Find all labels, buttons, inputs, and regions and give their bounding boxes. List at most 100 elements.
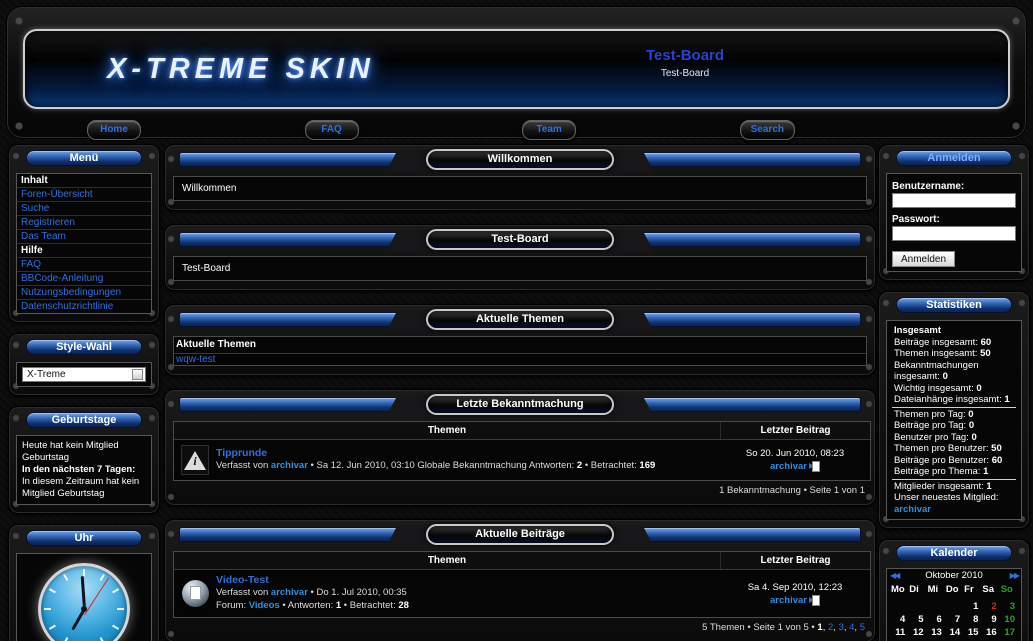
author-link[interactable]: archivar bbox=[271, 587, 308, 598]
calendar-date-cell[interactable]: 1 bbox=[963, 600, 981, 613]
page-link[interactable]: 3 bbox=[833, 622, 844, 633]
stat-row: Mitglieder insgesamt: 1 bbox=[892, 481, 1016, 493]
stat-value: 1 bbox=[1004, 394, 1009, 405]
menu-item[interactable]: Das Team bbox=[17, 230, 151, 244]
login-button[interactable]: Anmelden bbox=[892, 251, 955, 267]
goto-last-post-icon[interactable] bbox=[809, 595, 820, 604]
calendar-date-cell[interactable]: 7 bbox=[945, 613, 963, 626]
nav-button[interactable]: Home bbox=[87, 120, 141, 140]
menu-item[interactable]: Registrieren bbox=[17, 216, 151, 230]
login-panel-title[interactable]: Anmelden bbox=[896, 150, 1012, 166]
calendar-date-cell[interactable]: 10 bbox=[1000, 613, 1018, 626]
calendar-panel-title: Kalender bbox=[896, 545, 1012, 561]
menu-item[interactable]: Suche bbox=[17, 202, 151, 216]
post-topic-link[interactable]: Video-Test bbox=[216, 574, 269, 586]
calendar-day-headers: MoDiMiDoFrSaSo bbox=[887, 582, 1021, 599]
stat-row: Insgesamt bbox=[892, 325, 1016, 337]
calendar-date-cell[interactable] bbox=[927, 600, 945, 613]
lastpost-author-link[interactable]: archivar bbox=[770, 461, 807, 472]
style-select-value: X-Treme bbox=[27, 369, 66, 380]
forum-page: X-TREME SKIN Test-Board Test-Board Home F… bbox=[0, 0, 1033, 641]
calendar-next-icon[interactable]: ▶▶ bbox=[1010, 571, 1018, 580]
views-count: 28 bbox=[398, 600, 409, 611]
replies-count: 1 bbox=[336, 600, 341, 611]
section-aktuelle-beitraege: Aktuelle Beiträge Themen Letzter Beitrag… bbox=[164, 519, 876, 641]
menu-item[interactable]: Nutzungsbedingungen bbox=[17, 286, 151, 300]
views-label: • Betrachtet: bbox=[344, 600, 396, 611]
topics-body: Aktuelle Themen wqw-test bbox=[173, 336, 867, 366]
board-title: Test-Board bbox=[585, 47, 785, 64]
forum-link[interactable]: Videos bbox=[249, 600, 280, 611]
stat-row: Unser neuestes Mitglied: archivar bbox=[892, 492, 1016, 515]
calendar-date-cell[interactable]: 11 bbox=[890, 626, 908, 639]
stat-value: 60 bbox=[981, 337, 992, 348]
section-header-bar: Willkommen bbox=[179, 152, 861, 167]
stat-label: Unser neuestes Mitglied: bbox=[894, 492, 999, 503]
calendar-date-cell[interactable]: 2 bbox=[981, 600, 999, 613]
stat-row: Themen insgesamt: 50 bbox=[892, 348, 1016, 360]
section-header-bar: Aktuelle Beiträge bbox=[179, 527, 861, 542]
nav-button[interactable]: Search bbox=[740, 120, 795, 140]
section-title: Aktuelle Beiträge bbox=[426, 524, 614, 545]
section-title: Test-Board bbox=[426, 229, 614, 250]
author-link[interactable]: archivar bbox=[271, 460, 308, 471]
password-field[interactable] bbox=[892, 226, 1016, 241]
calendar-date-cell[interactable] bbox=[890, 600, 908, 613]
calendar-date-cell[interactable]: 6 bbox=[927, 613, 945, 626]
banner: X-TREME SKIN Test-Board Test-Board bbox=[23, 29, 1010, 109]
birthdays-panel: Geburtstage Heute hat kein Mitglied Gebu… bbox=[8, 406, 160, 514]
birthdays-line1: Heute hat kein Mitglied Geburtstag bbox=[22, 440, 119, 463]
calendar-date-cell[interactable]: 8 bbox=[963, 613, 981, 626]
post-icon bbox=[182, 580, 209, 607]
calendar-date-cell[interactable] bbox=[945, 600, 963, 613]
calendar-day-header: Do bbox=[945, 583, 963, 596]
lastpost-author-link[interactable]: archivar bbox=[770, 595, 807, 606]
style-select[interactable]: X-Treme bbox=[22, 367, 146, 382]
posts-table-header: Themen Letzter Beitrag bbox=[174, 552, 870, 570]
menu-item[interactable]: FAQ bbox=[17, 258, 151, 272]
clock-panel-title: Uhr bbox=[26, 530, 142, 546]
menu-item[interactable]: Datenschutzrichtlinie bbox=[17, 300, 151, 313]
calendar-date-cell[interactable] bbox=[908, 600, 926, 613]
calendar-date-cell[interactable]: 17 bbox=[1000, 626, 1018, 639]
stat-value: 50 bbox=[991, 443, 1002, 454]
announcement-icon: i bbox=[181, 445, 209, 475]
calendar-date-cell[interactable]: 5 bbox=[908, 613, 926, 626]
calendar-date-cell[interactable]: 12 bbox=[908, 626, 926, 639]
calendar-date-cell[interactable]: 13 bbox=[927, 626, 945, 639]
calendar-prev-icon[interactable]: ◀◀ bbox=[890, 571, 898, 580]
menu-panel: Menü InhaltForen-ÜbersichtSucheRegistrie… bbox=[8, 144, 160, 323]
welcome-body: Willkommen bbox=[173, 176, 867, 201]
login-panel: Anmelden Benutzername: Passwort: Anmelde… bbox=[878, 144, 1030, 281]
page-link[interactable]: 2 bbox=[823, 622, 834, 633]
topics-list: wqw-test bbox=[174, 354, 866, 365]
menu-item[interactable]: Inhalt bbox=[17, 174, 151, 188]
menu-item[interactable]: Hilfe bbox=[17, 244, 151, 258]
calendar-date-cell[interactable]: 14 bbox=[945, 626, 963, 639]
calendar-date-cell[interactable]: 9 bbox=[981, 613, 999, 626]
stat-row: Bekanntmachungen insgesamt: 0 bbox=[892, 360, 1016, 383]
calendar-date-cell[interactable]: 4 bbox=[890, 613, 908, 626]
topic-link[interactable]: wqw-test bbox=[174, 350, 217, 367]
post-lastpost-cell: Sa 4. Sep 2010, 12:23 archivar bbox=[720, 577, 870, 611]
calendar-date-cell[interactable]: 16 bbox=[981, 626, 999, 639]
menu-item[interactable]: BBCode-Anleitung bbox=[17, 272, 151, 286]
nav-button[interactable]: FAQ bbox=[305, 120, 359, 140]
stat-row: Beiträge insgesamt: 60 bbox=[892, 337, 1016, 349]
calendar-day-header: Fr bbox=[963, 583, 981, 596]
menu-item[interactable]: Foren-Übersicht bbox=[17, 188, 151, 202]
main-content: Willkommen Willkommen Test-Board Test-Bo… bbox=[164, 144, 876, 641]
section-letzte-bekanntmachung: Letzte Bekanntmachung Themen Letzter Bei… bbox=[164, 389, 876, 506]
calendar-date-cell[interactable]: 3 bbox=[1000, 600, 1018, 613]
announce-meta-text: • Sa 12. Jun 2010, 03:10 Globale Bekannt… bbox=[311, 460, 575, 471]
page-link[interactable]: 5 bbox=[854, 622, 865, 633]
page-link[interactable]: 4 bbox=[844, 622, 855, 633]
calendar-date-cell[interactable]: 15 bbox=[963, 626, 981, 639]
stat-label: Themen pro Tag: bbox=[894, 409, 966, 420]
stat-value: 1 bbox=[983, 466, 988, 477]
username-field[interactable] bbox=[892, 193, 1016, 208]
nav-button[interactable]: Team bbox=[522, 120, 576, 140]
goto-last-post-icon[interactable] bbox=[809, 461, 820, 470]
birthdays-panel-title: Geburtstage bbox=[26, 412, 142, 428]
announce-topic-link[interactable]: Tipprunde bbox=[216, 447, 267, 459]
